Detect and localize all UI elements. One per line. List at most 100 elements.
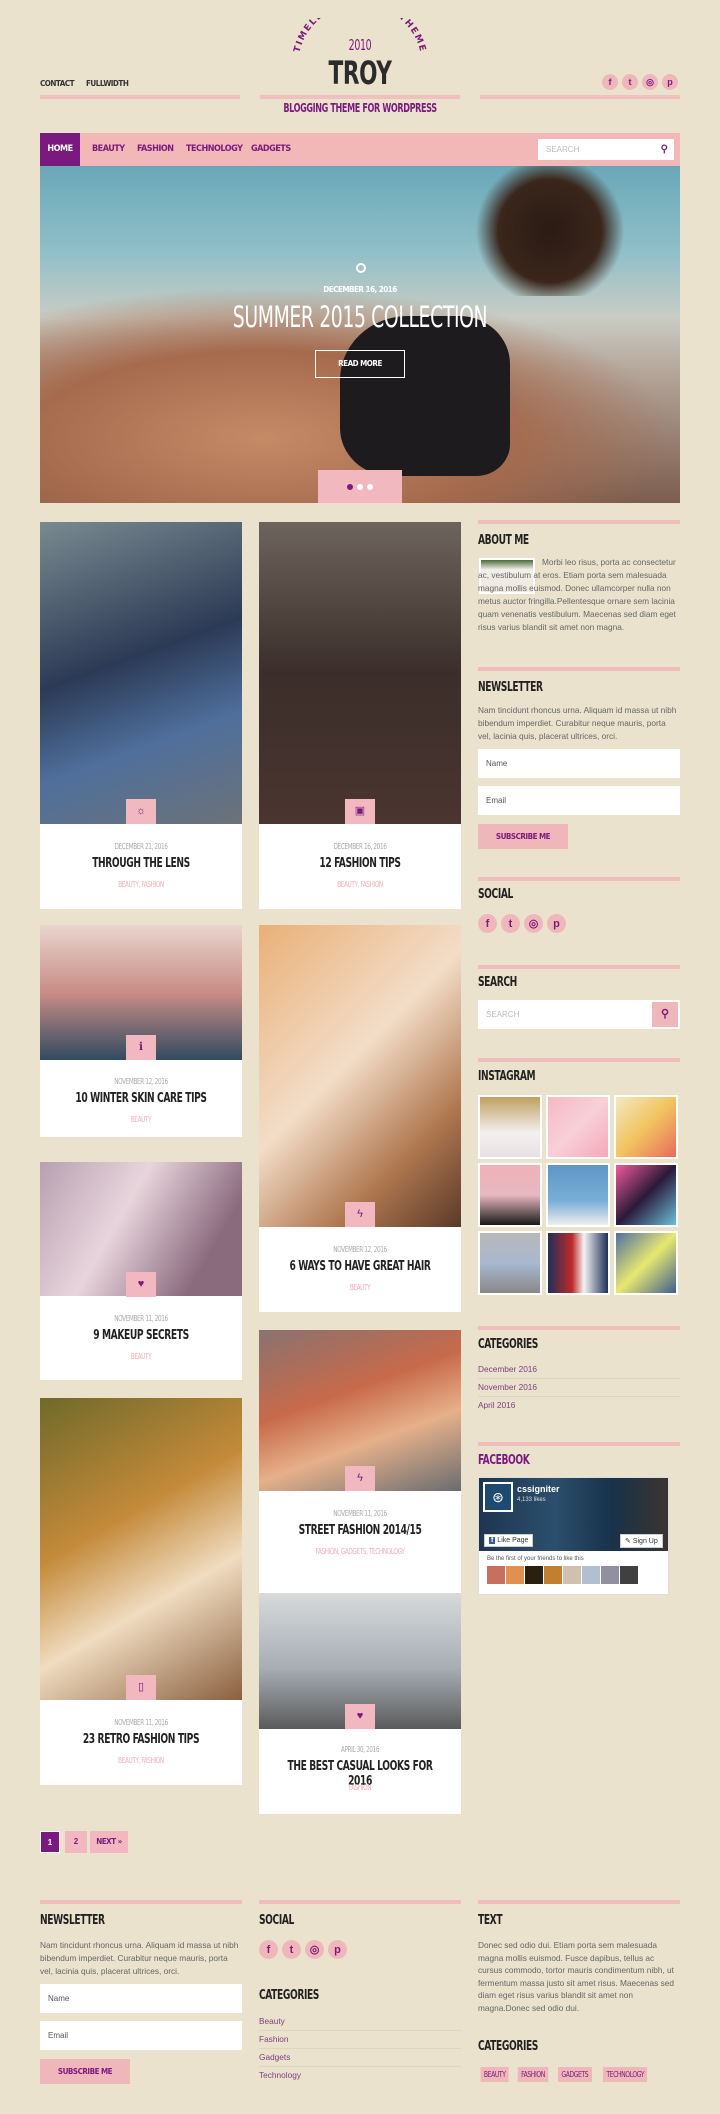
slider-dot[interactable] (357, 483, 363, 490)
pinterest-icon[interactable]: p (662, 74, 678, 90)
tag-link[interactable]: FASHION (518, 2067, 549, 2082)
read-more-button[interactable]: READ MORE (315, 350, 405, 378)
post-categories[interactable]: BEAUTY, FASHION (60, 1756, 222, 1765)
aperture-icon: ☼ (126, 799, 156, 824)
newsletter-name-input[interactable]: Name (478, 749, 680, 778)
slider-dot[interactable] (367, 483, 373, 490)
instagram-photo[interactable] (546, 1231, 610, 1295)
pinterest-icon[interactable]: p (547, 914, 566, 933)
newsletter-email-input[interactable]: Email (478, 786, 680, 815)
instagram-photo[interactable] (614, 1095, 678, 1159)
site-logo[interactable]: TROY (90, 54, 630, 92)
nav-item-gadgets[interactable]: GADGETS (251, 133, 291, 166)
footer-name-input[interactable]: Name (40, 1984, 242, 2013)
post-card[interactable]: ♥ NOVEMBER 11, 2016 9 MAKEUP SECRETS BEA… (40, 1162, 242, 1380)
instagram-photo[interactable] (546, 1095, 610, 1159)
post-title[interactable]: THROUGH THE LENS (62, 856, 220, 871)
post-categories[interactable]: BEAUTY, FASHION (279, 880, 441, 889)
subscribe-button[interactable]: SUBSCRIBE ME (478, 824, 568, 849)
post-card[interactable]: ▯ NOVEMBER 11, 2016 23 RETRO FASHION TIP… (40, 1398, 242, 1785)
category-link[interactable]: Gadgets (259, 2052, 461, 2067)
archive-link[interactable]: November 2016 (478, 1382, 680, 1397)
twitter-icon[interactable]: t (501, 914, 520, 933)
category-link[interactable]: Beauty (259, 2016, 461, 2031)
tag-link[interactable]: GADGETS (558, 2067, 593, 2082)
categories-title: CATEGORIES (478, 1337, 538, 1352)
post-image[interactable] (40, 522, 242, 824)
hero-image-detail (470, 166, 630, 296)
footer-social: f t ◎ p (259, 1940, 347, 1959)
about-title: ABOUT ME (478, 533, 529, 548)
category-link[interactable]: Fashion (259, 2034, 461, 2049)
post-title[interactable]: STREET FASHION 2014/15 (281, 1523, 439, 1538)
facebook-like-button[interactable]: f Like Page (484, 1534, 534, 1547)
instagram-icon[interactable]: ◎ (305, 1940, 324, 1959)
tag-link[interactable]: BEAUTY (480, 2067, 509, 2082)
post-title[interactable]: 6 WAYS TO HAVE GREAT HAIR (281, 1259, 439, 1274)
phone-icon: ▯ (126, 1675, 156, 1700)
search-icon[interactable]: ⚲ (661, 139, 668, 160)
hero-title[interactable]: SUMMER 2015 COLLECTION (101, 300, 619, 334)
search-icon[interactable]: ⚲ (652, 1002, 678, 1027)
next-page-button[interactable]: NEXT » (90, 1831, 128, 1853)
post-title[interactable]: 12 FASHION TIPS (281, 856, 439, 871)
widget-divider (478, 1326, 680, 1330)
twitter-icon[interactable]: t (622, 74, 638, 90)
nav-item-fashion[interactable]: FASHION (137, 133, 174, 166)
widget-divider (478, 1058, 680, 1062)
post-categories[interactable]: FASHION, GADGETS, TECHNOLOGY (279, 1547, 441, 1556)
facebook-page-name[interactable]: cssigniter (517, 1484, 560, 1494)
sidebar-search-input[interactable]: SEARCH (478, 1000, 680, 1029)
facebook-widget[interactable]: ⊛ cssigniter 4,133 likes f Like Page ✎ S… (478, 1477, 669, 1595)
post-card[interactable]: ℹ NOVEMBER 12, 2016 10 WINTER SKIN CARE … (40, 925, 242, 1137)
pinterest-icon[interactable]: p (328, 1940, 347, 1959)
nav-item-technology[interactable]: TECHNOLOGY (186, 133, 243, 166)
twitter-icon[interactable]: t (282, 1940, 301, 1959)
instagram-icon[interactable]: ◎ (524, 914, 543, 933)
nav-item-home[interactable]: HOME (40, 133, 80, 166)
post-categories[interactable]: BEAUTY (279, 1283, 441, 1292)
search-placeholder: SEARCH (486, 1010, 520, 1019)
instagram-photo[interactable] (614, 1163, 678, 1227)
post-image[interactable] (40, 1398, 242, 1700)
post-categories[interactable]: FASHION (279, 1783, 441, 1792)
instagram-photo[interactable] (478, 1231, 542, 1295)
like-button-label: Like Page (497, 1537, 529, 1544)
instagram-photo[interactable] (478, 1163, 542, 1227)
archive-link[interactable]: April 2016 (478, 1400, 680, 1414)
instagram-photo[interactable] (546, 1163, 610, 1227)
post-title[interactable]: 23 RETRO FASHION TIPS (62, 1732, 220, 1747)
post-categories[interactable]: BEAUTY (60, 1352, 222, 1361)
nav-item-beauty[interactable]: BEAUTY (92, 133, 125, 166)
instagram-icon[interactable]: ◎ (642, 74, 658, 90)
instagram-photo[interactable] (478, 1095, 542, 1159)
category-link[interactable]: Technology (259, 2070, 461, 2084)
facebook-icon[interactable]: f (478, 914, 497, 933)
facebook-signup-button[interactable]: ✎ Sign Up (620, 1534, 663, 1548)
post-categories[interactable]: BEAUTY, FASHION (60, 880, 222, 889)
tag-link[interactable]: TECHNOLOGY (603, 2067, 648, 2082)
post-card[interactable]: ϟ NOVEMBER 11, 2016 STREET FASHION 2014/… (259, 1330, 461, 1595)
post-image[interactable] (259, 925, 461, 1227)
post-title[interactable]: 9 MAKEUP SECRETS (62, 1328, 220, 1343)
page-2-button[interactable]: 2 (65, 1831, 87, 1853)
post-card[interactable]: ♥ APRIL 30, 2016 THE BEST CASUAL LOOKS F… (259, 1593, 461, 1814)
post-card[interactable]: ▣ DECEMBER 16, 2016 12 FASHION TIPS BEAU… (259, 522, 461, 909)
post-card[interactable]: ☼ DECEMBER 21, 2016 THROUGH THE LENS BEA… (40, 522, 242, 909)
facebook-icon[interactable]: f (259, 1940, 278, 1959)
newsletter-text: Nam tincidunt rhoncus urna. Aliquam id m… (478, 705, 677, 741)
page-1-button[interactable]: 1 (40, 1831, 60, 1853)
post-title[interactable]: 10 WINTER SKIN CARE TIPS (62, 1091, 220, 1106)
post-categories[interactable]: BEAUTY (60, 1115, 222, 1124)
archive-link[interactable]: December 2016 (478, 1364, 680, 1379)
top-link-contact[interactable]: CONTACT (40, 79, 74, 88)
hero-slider[interactable] (40, 166, 680, 503)
slider-dot[interactable] (347, 483, 353, 490)
footer-subscribe-button[interactable]: SUBSCRIBE ME (40, 2059, 130, 2084)
footer-email-input[interactable]: Email (40, 2021, 242, 2050)
facebook-icon[interactable]: f (602, 74, 618, 90)
nav-search-input[interactable]: SEARCH ⚲ (538, 139, 674, 160)
post-card[interactable]: ϟ NOVEMBER 12, 2016 6 WAYS TO HAVE GREAT… (259, 925, 461, 1312)
instagram-photo[interactable] (614, 1231, 678, 1295)
post-image[interactable] (259, 522, 461, 824)
